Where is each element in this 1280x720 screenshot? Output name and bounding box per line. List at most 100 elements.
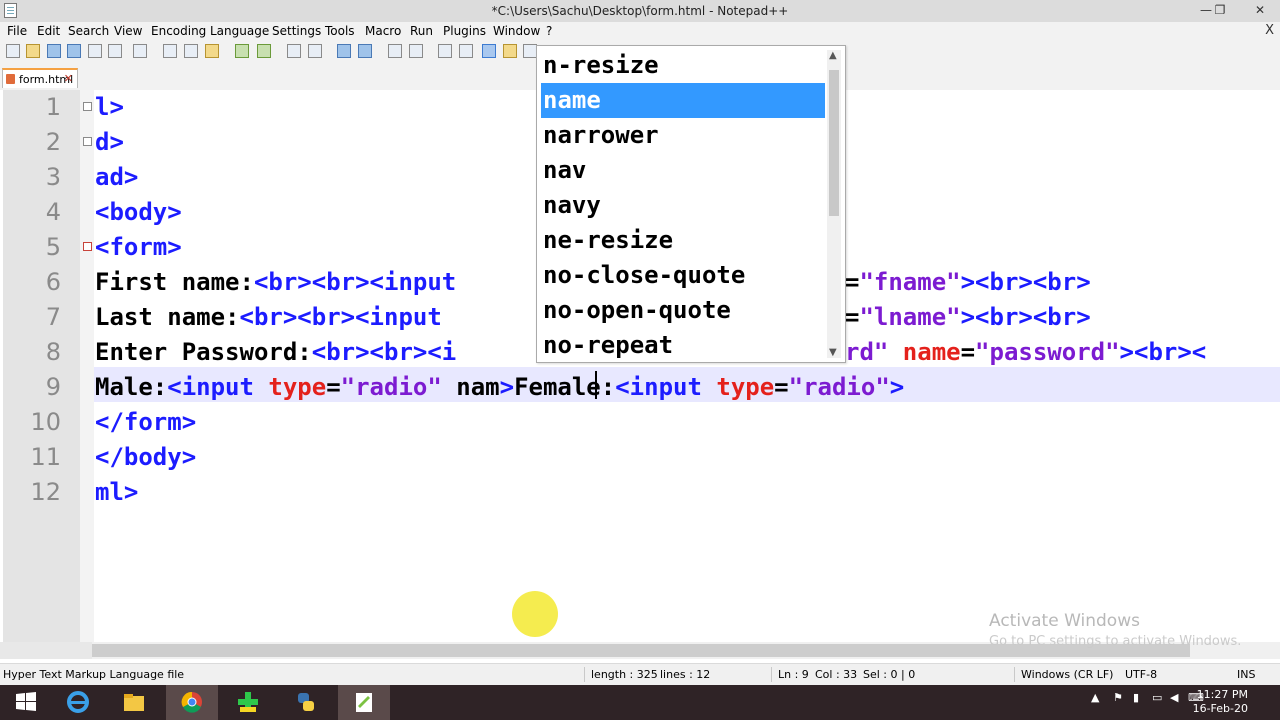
autocomplete-item[interactable]: no-repeat (541, 328, 825, 363)
zoom-out-icon[interactable] (358, 44, 372, 58)
line-number: 12 (30, 478, 61, 506)
scroll-up-icon[interactable]: ▲ (829, 50, 837, 61)
menu-plugins[interactable]: Plugins (443, 24, 486, 38)
menu-macro[interactable]: Macro (365, 24, 401, 38)
close-button[interactable]: ✕ (1240, 0, 1280, 20)
fold-margin (80, 90, 94, 642)
paste-icon[interactable] (205, 44, 219, 58)
menu-window[interactable]: Window (493, 24, 540, 38)
taskbar-chrome[interactable] (166, 685, 218, 720)
tray-flag-icon[interactable]: ⚑ (1113, 691, 1123, 704)
tray-up-arrow-icon[interactable]: ▲ (1091, 691, 1099, 704)
mouse-cursor-highlight (512, 591, 558, 637)
status-encoding: UTF-8 (1125, 668, 1158, 681)
sync-vertical-icon[interactable] (388, 44, 402, 58)
sync-horizontal-icon[interactable] (409, 44, 423, 58)
menu-file[interactable]: File (7, 24, 27, 38)
fold-toggle-icon[interactable] (83, 102, 92, 111)
menu-language[interactable]: Language (210, 24, 269, 38)
menu-settings[interactable]: Settings (272, 24, 321, 38)
code-token: <form> (95, 233, 182, 261)
code-token: = (845, 268, 860, 296)
code-token: name (902, 338, 961, 366)
python-icon (298, 693, 314, 711)
tray-battery-icon[interactable]: ▭ (1152, 691, 1162, 704)
code-token: </form> (95, 408, 197, 436)
autocomplete-item[interactable]: nav (541, 153, 825, 188)
user-language-icon[interactable] (503, 44, 517, 58)
tab-form-html[interactable]: form.html ✕ (2, 68, 78, 88)
word-wrap-icon[interactable] (438, 44, 452, 58)
taskbar-python[interactable] (280, 685, 332, 720)
autocomplete-item[interactable]: no-open-quote (541, 293, 825, 328)
undo-icon[interactable] (235, 44, 249, 58)
new-file-icon[interactable] (6, 44, 20, 58)
taskbar-file-explorer[interactable] (108, 685, 160, 720)
status-eol: Windows (CR LF) (1021, 668, 1114, 681)
scroll-down-icon[interactable]: ▼ (829, 347, 837, 358)
fold-toggle-icon[interactable] (83, 137, 92, 146)
show-all-characters-icon[interactable] (459, 44, 473, 58)
menu-encoding[interactable]: Encoding (151, 24, 206, 38)
save-icon[interactable] (47, 44, 61, 58)
open-file-icon[interactable] (26, 44, 40, 58)
print-icon[interactable] (133, 44, 147, 58)
taskbar-notepad-plus-plus[interactable] (338, 685, 390, 720)
menu-bar: File Edit Search View Encoding Language … (0, 22, 1280, 41)
autocomplete-item[interactable]: n-resize (541, 48, 825, 83)
taskbar-clock[interactable]: 11:27 PM 16-Feb-20 (1193, 688, 1248, 716)
copy-icon[interactable] (184, 44, 198, 58)
tab-close-icon[interactable]: ✕ (64, 72, 73, 85)
close-file-icon[interactable] (88, 44, 102, 58)
restore-button[interactable]: ❐ (1206, 0, 1234, 20)
autocomplete-item[interactable]: navy (541, 188, 825, 223)
cut-icon[interactable] (163, 44, 177, 58)
code-token: Enter Password: (95, 338, 312, 366)
autocomplete-item[interactable]: narrower (541, 118, 825, 153)
menu-tools[interactable]: Tools (325, 24, 355, 38)
line-number: 5 (45, 233, 61, 261)
code-token: = (960, 338, 976, 366)
autocomplete-item[interactable]: name (541, 83, 825, 118)
taskbar: ▲ ⚑ ▮ ▭ ◀ ⌨ 11:27 PM 16-Feb-20 (0, 685, 1280, 720)
taskbar-app[interactable] (222, 685, 274, 720)
close-all-icon[interactable] (108, 44, 122, 58)
start-button[interactable] (0, 685, 52, 720)
status-bar: Hyper Text Markup Language file length :… (0, 663, 1280, 686)
tray-network-icon[interactable]: ▮ (1133, 691, 1139, 704)
close-document-button[interactable]: X (1265, 23, 1274, 38)
redo-icon[interactable] (257, 44, 271, 58)
folder-icon (124, 694, 144, 711)
menu-help[interactable]: ? (546, 24, 552, 38)
code-token: <br><br><i (311, 338, 457, 366)
doc-map-icon[interactable] (523, 44, 537, 58)
activate-windows-title: Activate Windows (989, 611, 1140, 631)
menu-search[interactable]: Search (68, 24, 109, 38)
autocomplete-item[interactable]: ne-resize (541, 223, 825, 258)
autocomplete-list[interactable]: n-resize name narrower nav navy ne-resize no-c… (536, 45, 846, 363)
save-all-icon[interactable] (67, 44, 81, 58)
code-line: </body> (95, 440, 196, 475)
code-token: > (889, 373, 905, 401)
find-icon[interactable] (287, 44, 301, 58)
menu-edit[interactable]: Edit (37, 24, 60, 38)
status-separator (771, 667, 772, 682)
taskbar-internet-explorer[interactable] (52, 685, 104, 720)
code-token: <body> (95, 198, 182, 226)
scrollbar-corner (0, 642, 92, 659)
code-token: <input (615, 373, 717, 401)
autocomplete-scrollbar[interactable]: ▲ ▼ (827, 50, 841, 358)
replace-icon[interactable] (308, 44, 322, 58)
status-line: Ln : 9 (778, 668, 809, 681)
menu-run[interactable]: Run (410, 24, 433, 38)
code-line: Last name:<br><br><input (95, 300, 442, 335)
zoom-in-icon[interactable] (337, 44, 351, 58)
code-line: ad> (95, 160, 138, 195)
code-line: </form> (95, 405, 196, 440)
autocomplete-item[interactable]: no-close-quote (541, 258, 825, 293)
scrollbar-thumb[interactable] (829, 70, 839, 216)
indent-guide-icon[interactable] (482, 44, 496, 58)
fold-toggle-icon[interactable] (83, 242, 92, 251)
menu-view[interactable]: View (114, 24, 142, 38)
tray-volume-icon[interactable]: ◀ (1170, 691, 1178, 704)
